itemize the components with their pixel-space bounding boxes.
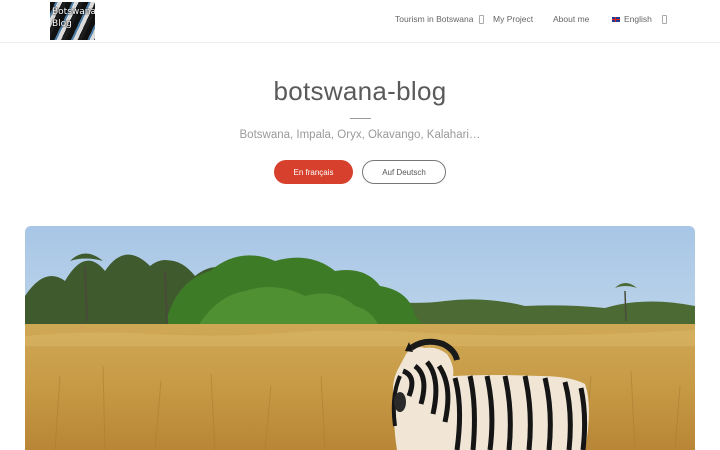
- nav-item-about-me[interactable]: About me: [553, 14, 589, 24]
- logo-text: Botswana Blog: [52, 6, 95, 30]
- logo-line2: Blog: [52, 19, 72, 29]
- zebra-savanna-illustration: [25, 226, 695, 450]
- site-logo[interactable]: Botswana Blog: [50, 2, 95, 40]
- hero-zebra-image: [25, 226, 695, 450]
- german-button[interactable]: Auf Deutsch: [362, 160, 446, 184]
- site-header: Botswana Blog Tourism in Botswana My Pro…: [0, 0, 720, 43]
- uk-flag-icon: [612, 16, 620, 22]
- french-button[interactable]: En français: [274, 160, 353, 184]
- dropdown-caret-icon: [661, 14, 667, 24]
- nav-item-label: About me: [553, 14, 590, 24]
- nav-item-label: English: [624, 14, 652, 24]
- title-divider: [350, 118, 371, 119]
- nav-item-label: Tourism in Botswana: [395, 14, 474, 24]
- dropdown-caret-icon: [479, 14, 485, 24]
- logo-line1: Botswana: [52, 7, 95, 17]
- page-title: botswana-blog: [273, 76, 447, 106]
- page-subtitle: Botswana, Impala, Oryx, Okavango, Kalaha…: [239, 129, 481, 141]
- nav-item-my-project[interactable]: My Project: [493, 14, 533, 24]
- nav-item-language[interactable]: English: [612, 14, 667, 24]
- nav-item-tourism[interactable]: Tourism in Botswana: [395, 14, 485, 24]
- nav-item-label: My Project: [493, 14, 534, 24]
